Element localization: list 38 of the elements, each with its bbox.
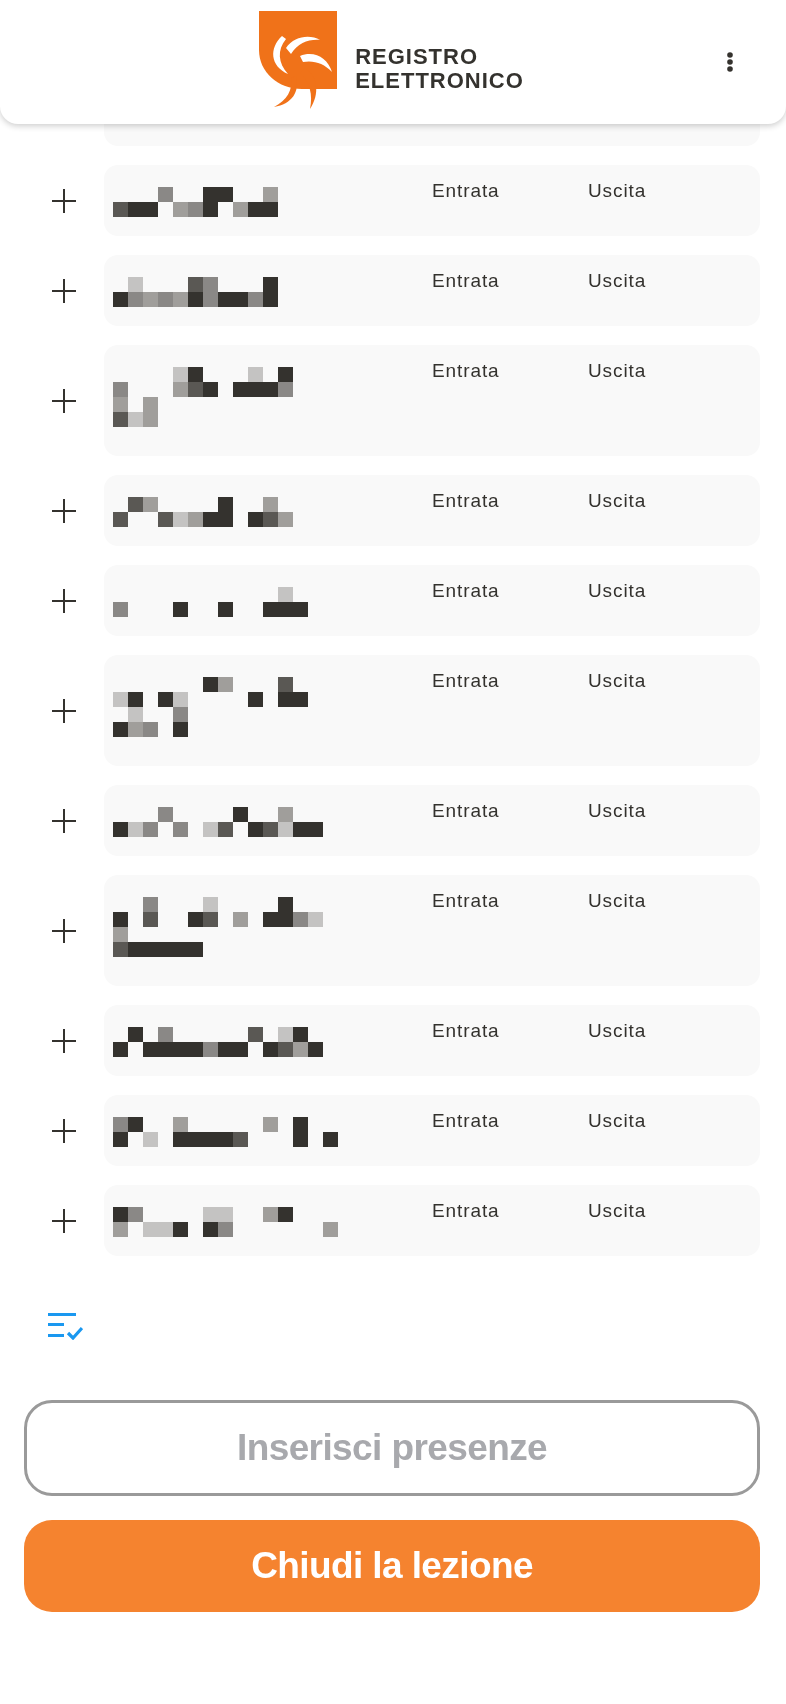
entry-label: Entrata xyxy=(432,270,501,292)
plus-icon[interactable] xyxy=(52,278,76,303)
exit-label: Uscita xyxy=(588,270,647,292)
plus-icon[interactable] xyxy=(52,1208,76,1233)
entry-label: Entrata xyxy=(432,1110,501,1132)
exit-label: Uscita xyxy=(588,1110,647,1132)
entry-label: Entrata xyxy=(432,180,501,202)
exit-label: Uscita xyxy=(588,800,647,822)
plus-icon[interactable] xyxy=(52,918,76,943)
entry-label: Entrata xyxy=(432,1020,501,1042)
plus-icon[interactable] xyxy=(52,188,76,213)
exit-label: Uscita xyxy=(588,490,647,512)
plus-icon[interactable] xyxy=(52,498,76,523)
app-title: REGISTRO ELETTRONICO xyxy=(355,45,524,93)
exit-label: Uscita xyxy=(588,1020,647,1042)
entry-label: Entrata xyxy=(432,360,501,382)
entry-label: Entrata xyxy=(432,490,501,512)
entry-label: Entrata xyxy=(432,580,501,602)
plus-icon[interactable] xyxy=(52,1118,76,1143)
exit-label: Uscita xyxy=(588,580,647,602)
exit-label: Uscita xyxy=(588,1200,647,1222)
plus-icon[interactable] xyxy=(52,808,76,833)
entry-label: Entrata xyxy=(432,890,501,912)
entry-label: Entrata xyxy=(432,1200,501,1222)
checklist-icon[interactable] xyxy=(48,1313,83,1340)
exit-label: Uscita xyxy=(588,890,647,912)
plus-icon[interactable] xyxy=(52,1028,76,1053)
plus-icon[interactable] xyxy=(52,588,76,613)
close-lesson-button[interactable]: Chiudi la lezione xyxy=(24,1520,760,1612)
more-options-icon[interactable] xyxy=(727,52,733,72)
exit-label: Uscita xyxy=(588,360,647,382)
exit-label: Uscita xyxy=(588,670,647,692)
swirl-logo-icon xyxy=(258,10,339,110)
exit-label: Uscita xyxy=(588,180,647,202)
entry-label: Entrata xyxy=(432,800,501,822)
entry-label: Entrata xyxy=(432,670,501,692)
plus-icon[interactable] xyxy=(52,698,76,723)
plus-icon[interactable] xyxy=(52,388,76,413)
